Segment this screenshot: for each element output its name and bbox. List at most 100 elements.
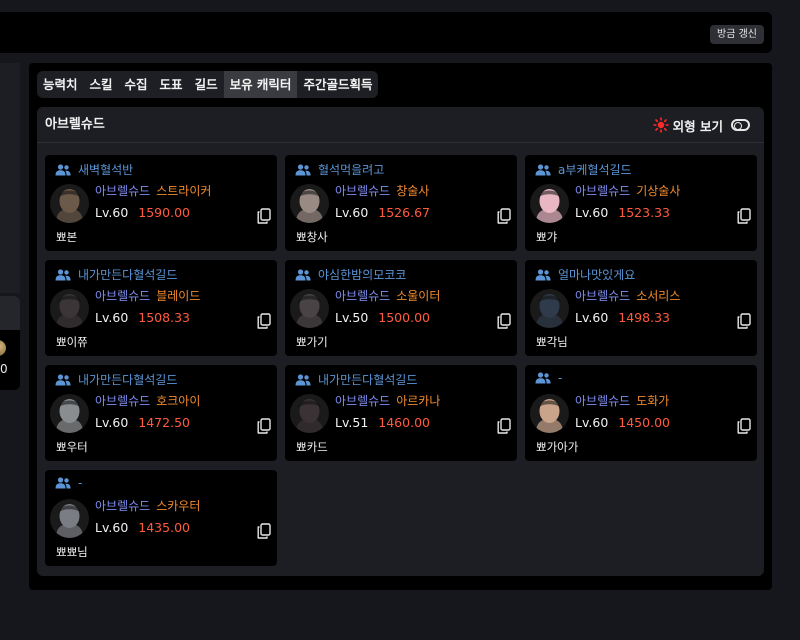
character-card[interactable]: - 아브렐슈드 도화가 Lv.60 1450.00 뾰가아가	[525, 365, 757, 461]
copy-icon[interactable]	[257, 208, 271, 224]
tab-1[interactable]: 스킬	[84, 71, 119, 98]
users-icon	[535, 268, 551, 280]
character-card[interactable]: 내가만든다혈석길드아브렐슈드 호크아이 Lv.60 1472.50 뾰우터	[45, 365, 277, 461]
character-server: 아브렐슈드	[95, 289, 151, 303]
character-name: 뾰갸	[536, 230, 558, 244]
character-server: 아브렐슈드	[575, 184, 631, 198]
guild-name[interactable]: -	[78, 476, 82, 490]
character-level: Lv.60	[95, 415, 129, 430]
character-name: 뾰창사	[296, 230, 328, 244]
copy-icon[interactable]	[737, 208, 751, 224]
tab-2[interactable]: 수집	[119, 71, 154, 98]
guild-row: 내가만든다혈석길드	[55, 266, 177, 283]
guild-name[interactable]: 야심한밤의모코코	[318, 266, 406, 283]
item-level: 1508.33	[138, 310, 190, 325]
tab-3[interactable]: 도표	[154, 71, 189, 98]
character-class: 소서리스	[636, 289, 681, 303]
copy-icon[interactable]	[257, 418, 271, 434]
avatar	[50, 499, 89, 538]
guild-name[interactable]: 내가만든다혈석길드	[78, 371, 177, 388]
left-avatar	[0, 340, 6, 356]
character-level: Lv.60	[95, 520, 129, 535]
character-server: 아브렐슈드	[95, 499, 151, 513]
copy-icon[interactable]	[497, 313, 511, 329]
character-level: Lv.60	[575, 415, 609, 430]
guild-row: 새벽혈석반	[55, 161, 133, 178]
character-server: 아브렐슈드	[575, 394, 631, 408]
item-level: 1460.00	[378, 415, 430, 430]
guild-name[interactable]: 내가만든다혈석길드	[318, 371, 417, 388]
server-class: 아브렐슈드 도화가	[575, 392, 669, 409]
guild-name[interactable]: 내가만든다혈석길드	[78, 266, 177, 283]
guild-name[interactable]: 혈석먹을려고	[318, 161, 384, 178]
item-level: 1590.00	[138, 205, 190, 220]
level-row: Lv.60 1523.33	[575, 205, 670, 220]
character-card[interactable]: 내가만든다혈석길드아브렐슈드 블레이드 Lv.60 1508.33 뾰이쮸	[45, 260, 277, 356]
item-level: 1523.33	[618, 205, 670, 220]
appearance-label: 외형 보기	[672, 118, 723, 134]
appearance-toggle[interactable]: 외형 보기	[652, 107, 750, 143]
item-level: 1500.00	[378, 310, 430, 325]
users-icon	[295, 373, 311, 385]
character-name: 뾰우터	[56, 440, 88, 454]
guild-row: 야심한밤의모코코	[295, 266, 406, 283]
copy-icon[interactable]	[737, 418, 751, 434]
character-class: 창술사	[396, 184, 430, 198]
sun-icon	[652, 117, 669, 133]
copy-icon[interactable]	[497, 208, 511, 224]
level-row: Lv.50 1500.00	[335, 310, 430, 325]
character-card[interactable]: 혈석먹을려고 아브렐슈드 창술사 Lv.60 1526.67 뾰창사	[285, 155, 517, 251]
character-card[interactable]: 내가만든다혈석길드 아브렐슈드 아르카나 Lv.51 1460.00 뾰카드	[285, 365, 517, 461]
copy-icon[interactable]	[497, 418, 511, 434]
tab-6[interactable]: 주간골드획득	[297, 71, 378, 98]
users-icon	[535, 372, 551, 384]
copy-icon[interactable]	[737, 313, 751, 329]
character-card[interactable]: a부케혈석길드 아브렐슈드 기상술사 Lv.60 1523.33 뾰갸	[525, 155, 757, 251]
left-panel	[0, 63, 20, 293]
character-name: 뾰이쮸	[56, 335, 88, 349]
users-icon	[55, 477, 71, 489]
avatar	[50, 394, 89, 433]
guild-name[interactable]: 얼마나맛있게요	[558, 266, 635, 283]
character-name: 뾰가기	[296, 335, 328, 349]
avatar	[50, 184, 89, 223]
guild-row: 얼마나맛있게요	[535, 266, 635, 283]
character-name: 뾰카드	[296, 440, 328, 454]
character-name: 뾰본	[56, 230, 78, 244]
guild-name[interactable]: a부케혈석길드	[558, 161, 632, 178]
guild-name[interactable]: 새벽혈석반	[78, 161, 133, 178]
copy-icon[interactable]	[257, 523, 271, 539]
character-class: 스카우터	[156, 499, 201, 513]
level-row: Lv.60 1450.00	[575, 415, 670, 430]
server-class: 아브렐슈드 블레이드	[95, 287, 200, 304]
toggle-switch[interactable]	[731, 119, 750, 131]
refresh-button[interactable]: 방금 갱신	[710, 25, 764, 44]
character-class: 블레이드	[156, 289, 201, 303]
tab-0[interactable]: 능력치	[37, 71, 84, 98]
level-row: Lv.60 1590.00	[95, 205, 190, 220]
tab-4[interactable]: 길드	[189, 71, 224, 98]
top-bar: 방금 갱신	[0, 12, 772, 53]
characters-section: 아브렐슈드 외형 보기 새벽혈석반 아브렐슈드 스트라이커 Lv.60 1590.00 뾰…	[37, 107, 764, 576]
server-class: 아브렐슈드 호크아이	[95, 392, 200, 409]
section-header: 아브렐슈드 외형 보기	[37, 107, 764, 143]
item-level: 1450.00	[618, 415, 670, 430]
avatar	[530, 289, 569, 328]
copy-icon[interactable]	[257, 313, 271, 329]
character-class: 호크아이	[156, 394, 201, 408]
avatar	[290, 394, 329, 433]
tab-5[interactable]: 보유 캐릭터	[223, 71, 298, 98]
item-level: 1472.50	[138, 415, 190, 430]
character-card[interactable]: 새벽혈석반 아브렐슈드 스트라이커 Lv.60 1590.00 뾰본	[45, 155, 277, 251]
character-card[interactable]: - 아브렐슈드 스카우터 Lv.60 1435.00 뾰뾰님	[45, 470, 277, 566]
character-level: Lv.60	[335, 205, 369, 220]
character-card[interactable]: 야심한밤의모코코 아브렐슈드 소울이터 Lv.50 1500.00 뾰가기	[285, 260, 517, 356]
character-name: 뾰각님	[536, 335, 568, 349]
character-level: Lv.60	[95, 310, 129, 325]
guild-name[interactable]: -	[558, 371, 562, 385]
avatar	[530, 184, 569, 223]
character-server: 아브렐슈드	[95, 184, 151, 198]
users-icon	[295, 268, 311, 280]
left-card-header	[0, 296, 20, 330]
character-card[interactable]: 얼마나맛있게요 아브렐슈드 소서리스 Lv.60 1498.33 뾰각님	[525, 260, 757, 356]
